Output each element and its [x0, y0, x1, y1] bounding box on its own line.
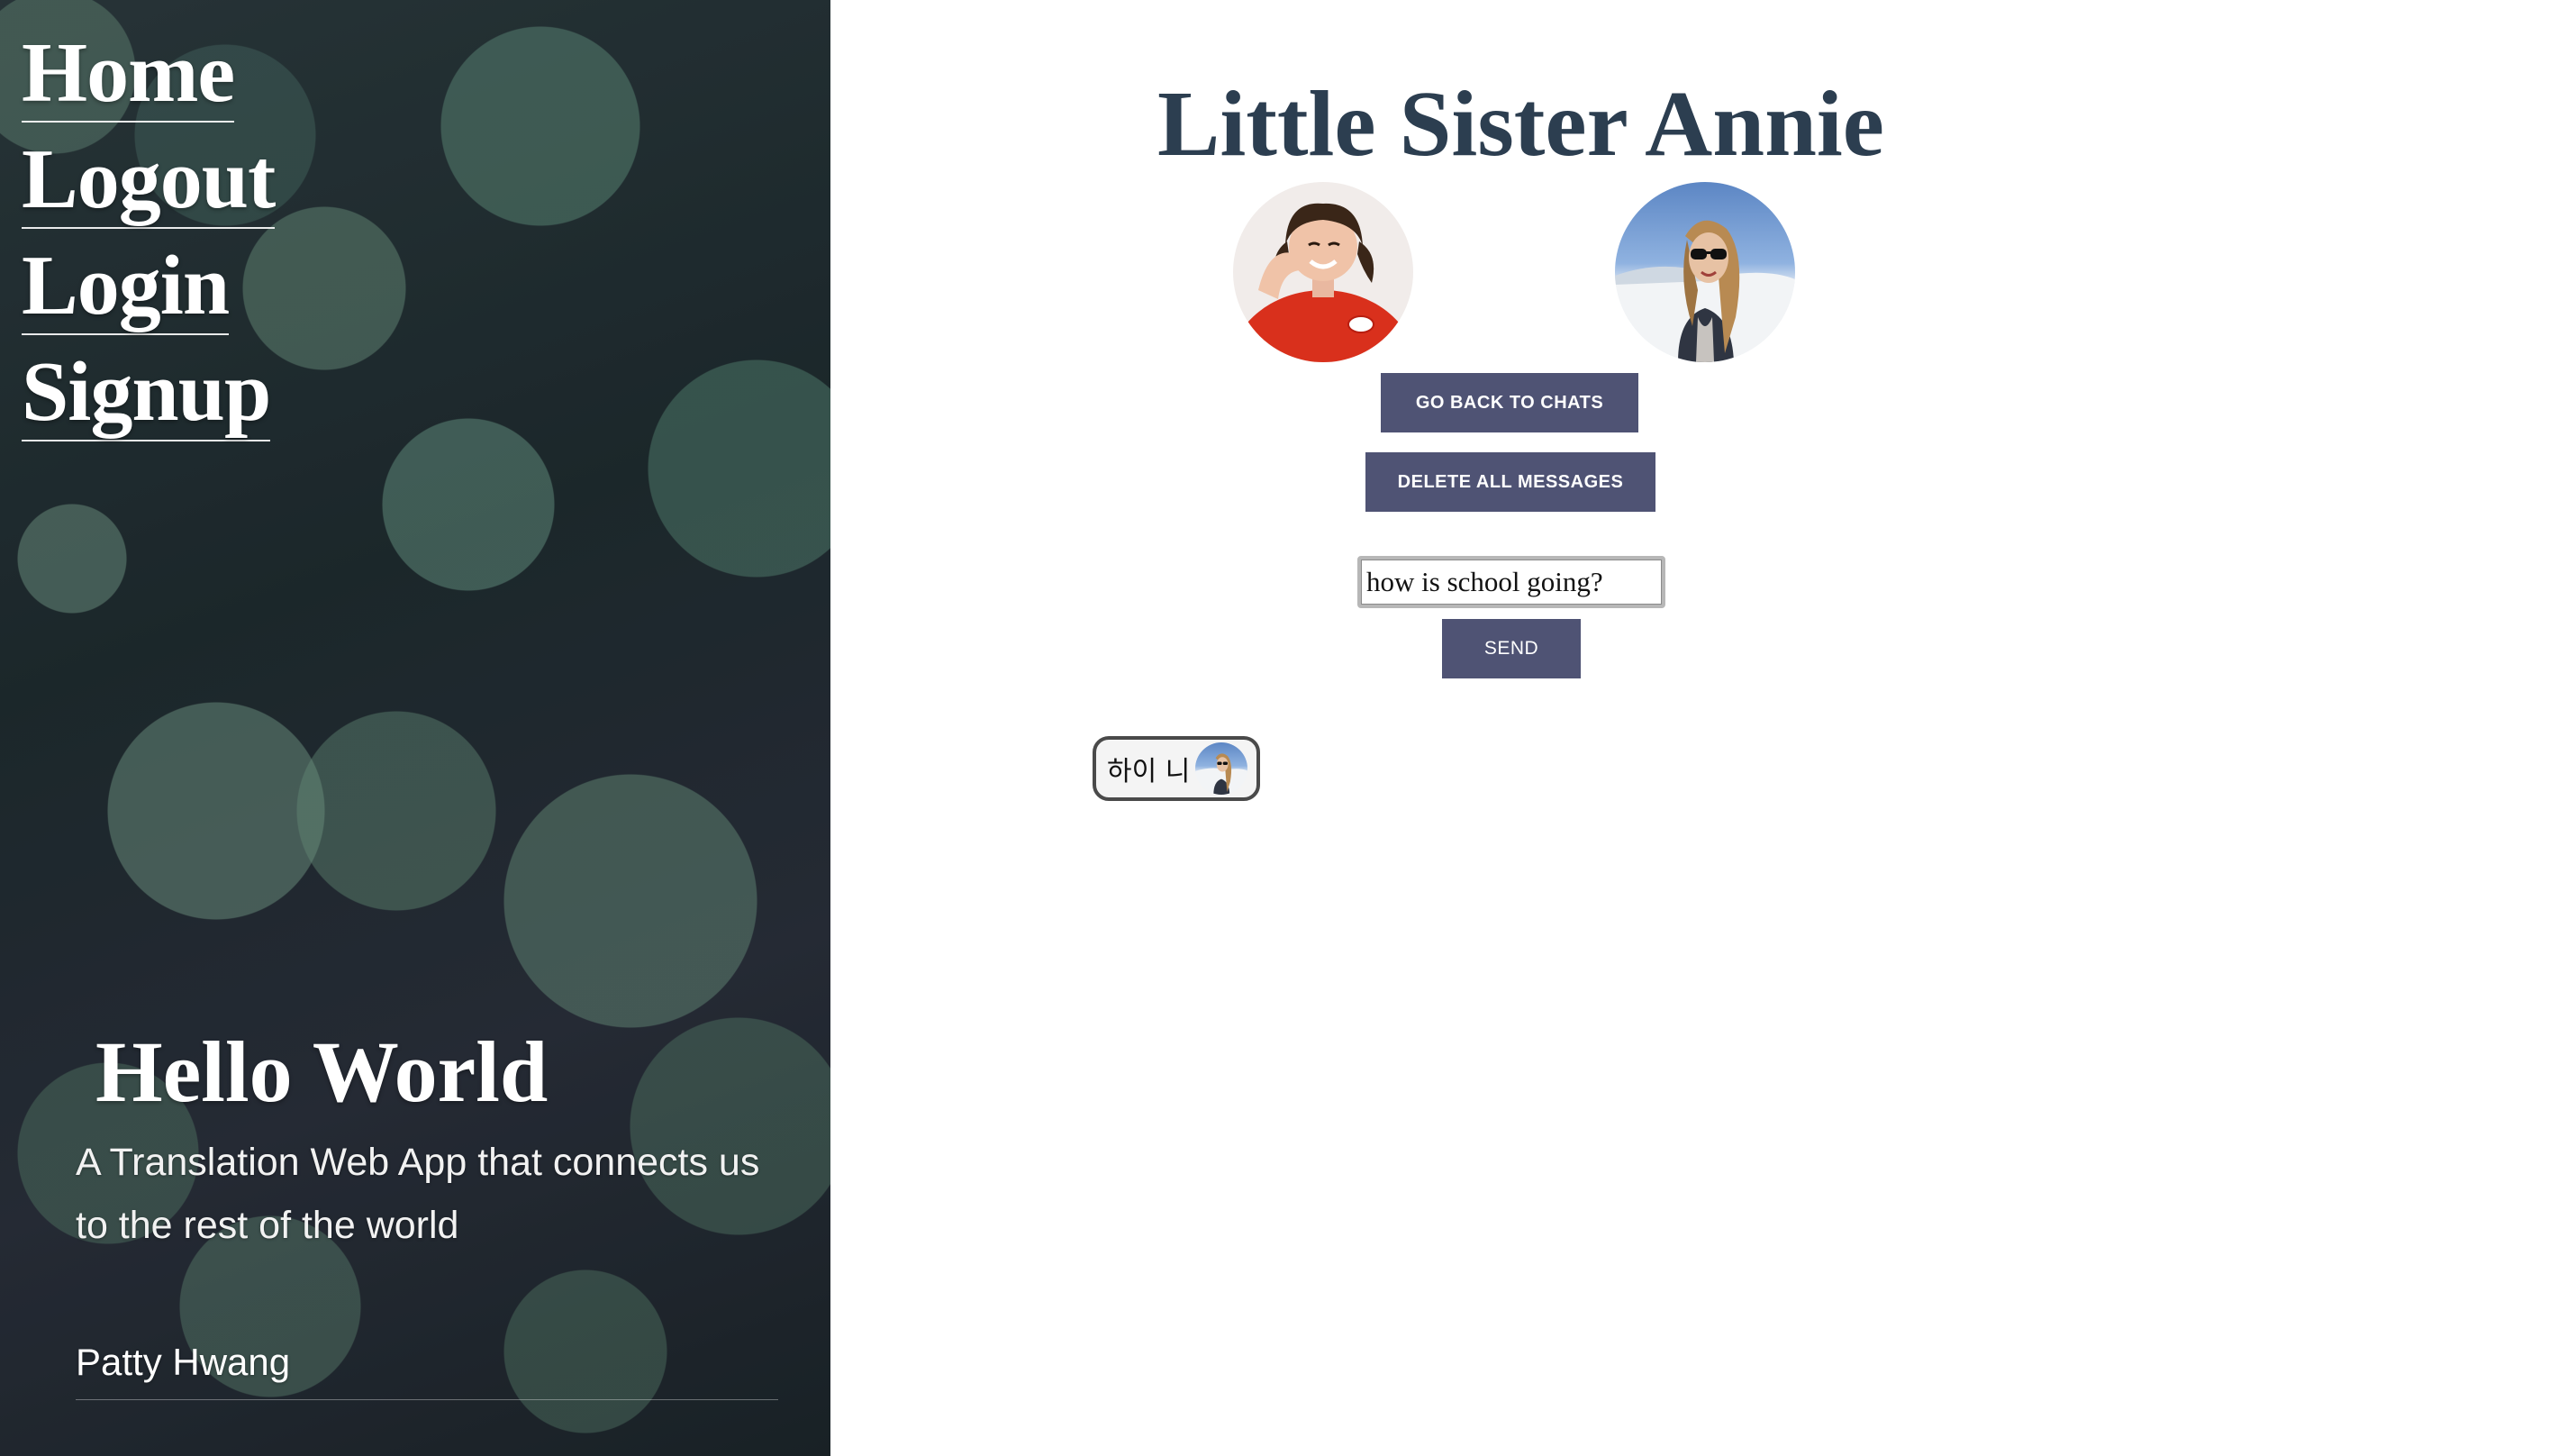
nav-link-login[interactable]: Login [22, 238, 230, 335]
hero-section: Hello World A Translation Web App that c… [76, 1024, 796, 1257]
chat-title: Little Sister Annie [1157, 72, 1884, 176]
message-bubble: 하이 니 [1093, 736, 1260, 801]
author-name: Patty Hwang [76, 1341, 291, 1383]
hero-subtitle: A Translation Web App that connects us t… [76, 1140, 760, 1247]
delete-all-messages-button[interactable]: DELETE ALL MESSAGES [1365, 452, 1655, 512]
message-input[interactable] [1357, 556, 1665, 608]
contact-avatar [1615, 182, 1795, 362]
author-divider [76, 1399, 778, 1400]
page: Home Logout Login Signup Hello World A T… [0, 0, 2576, 1456]
hero-title: Hello World [95, 1024, 549, 1120]
message-text: 하이 니 [1107, 756, 1191, 787]
contact-avatar-photo [1615, 220, 1795, 362]
nav-link-logout[interactable]: Logout [22, 132, 276, 229]
nav-link-home[interactable]: Home [22, 25, 235, 123]
user-avatar [1233, 182, 1413, 362]
message-sender-avatar-photo [1195, 753, 1247, 795]
sidebar-background-image: Home Logout Login Signup Hello World A T… [0, 0, 830, 1456]
user-avatar-photo [1233, 203, 1413, 362]
main-nav: Home Logout Login Signup [22, 25, 276, 450]
chat-panel: Little Sister Annie GO BACK TO CHATS DEL… [830, 0, 2576, 1456]
nav-link-signup[interactable]: Signup [22, 344, 271, 441]
go-back-to-chats-button[interactable]: GO BACK TO CHATS [1381, 373, 1638, 432]
message-sender-avatar [1195, 742, 1247, 795]
send-button[interactable]: SEND [1442, 619, 1581, 678]
